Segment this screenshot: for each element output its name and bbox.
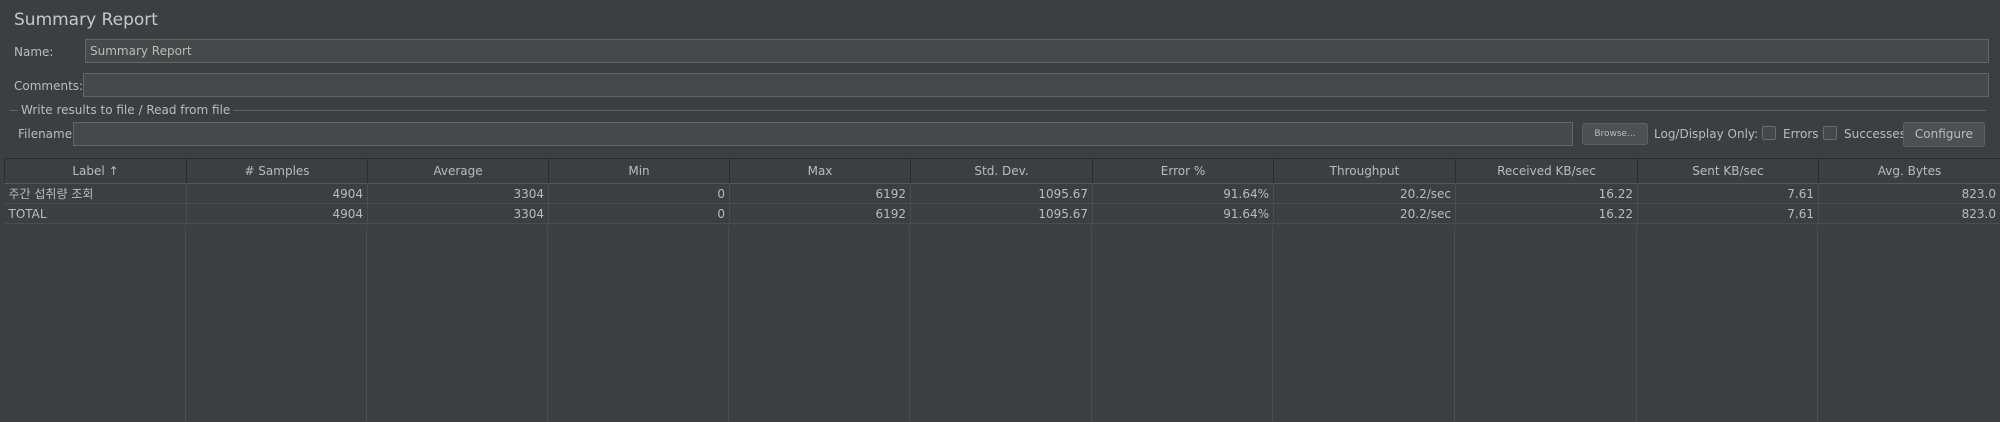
empty-column [1273,226,1455,422]
cell-error-percent: 91.64% [1092,183,1274,204]
table-header-row: Label ↑ # Samples Average Min Max Std. D… [4,158,2000,184]
column-header-avg-bytes[interactable]: Avg. Bytes [1818,158,2000,184]
cell-sent-kb: 7.61 [1637,183,1819,204]
results-table: Label ↑ # Samples Average Min Max Std. D… [4,158,2000,224]
summary-report-panel: Summary Report Name: Comments: Write res… [0,0,2000,422]
empty-column [186,226,367,422]
table-row[interactable]: 주간 섭취량 조회 4904 3304 0 6192 1095.67 91.64… [4,183,2000,204]
empty-column [367,226,548,422]
cell-min: 0 [548,183,730,204]
filename-field[interactable] [73,122,1573,146]
column-header-label[interactable]: Label ↑ [4,158,187,184]
cell-min: 0 [548,203,730,224]
name-field[interactable] [85,39,1989,63]
cell-throughput: 20.2/sec [1273,183,1456,204]
cell-max: 6192 [729,203,911,224]
column-header-samples[interactable]: # Samples [186,158,368,184]
empty-column [4,226,186,422]
file-group-label: Write results to file / Read from file [18,103,234,117]
cell-received-kb: 16.22 [1455,203,1638,224]
empty-column [1455,226,1637,422]
errors-label: Errors [1783,127,1819,141]
cell-avg-bytes: 823.0 [1818,183,2000,204]
column-header-min[interactable]: Min [548,158,730,184]
page-title: Summary Report [14,10,158,30]
successes-label: Successes [1844,127,1906,141]
column-header-sent-kb[interactable]: Sent KB/sec [1637,158,1819,184]
filename-label: Filename [18,127,73,141]
cell-average: 3304 [367,183,549,204]
column-header-error-percent[interactable]: Error % [1092,158,1274,184]
column-header-average[interactable]: Average [367,158,549,184]
empty-column [548,226,729,422]
empty-column [729,226,910,422]
empty-column [1637,226,1818,422]
column-header-max[interactable]: Max [729,158,911,184]
cell-error-percent: 91.64% [1092,203,1274,224]
column-header-throughput[interactable]: Throughput [1273,158,1456,184]
file-group-border [10,110,1986,111]
cell-max: 6192 [729,183,911,204]
name-label: Name: [14,45,54,59]
empty-column [1818,226,2000,422]
table-row-total[interactable]: TOTAL 4904 3304 0 6192 1095.67 91.64% 20… [4,203,2000,224]
cell-samples: 4904 [186,183,368,204]
browse-button[interactable]: Browse... [1582,123,1648,145]
errors-checkbox[interactable] [1762,126,1776,140]
column-header-received-kb[interactable]: Received KB/sec [1455,158,1638,184]
cell-std-dev: 1095.67 [910,183,1093,204]
cell-samples: 4904 [186,203,368,224]
cell-average: 3304 [367,203,549,224]
cell-label: TOTAL [4,203,187,224]
cell-sent-kb: 7.61 [1637,203,1819,224]
empty-column [910,226,1092,422]
cell-avg-bytes: 823.0 [1818,203,2000,224]
cell-throughput: 20.2/sec [1273,203,1456,224]
table-empty-area [4,226,2000,422]
empty-column [1092,226,1273,422]
cell-label: 주간 섭취량 조회 [4,183,187,204]
configure-button[interactable]: Configure [1903,122,1985,147]
log-display-only-label: Log/Display Only: [1654,127,1759,141]
cell-std-dev: 1095.67 [910,203,1093,224]
column-header-std-dev[interactable]: Std. Dev. [910,158,1093,184]
comments-label: Comments: [14,79,84,93]
cell-received-kb: 16.22 [1455,183,1638,204]
comments-field[interactable] [83,73,1989,97]
successes-checkbox[interactable] [1823,126,1837,140]
